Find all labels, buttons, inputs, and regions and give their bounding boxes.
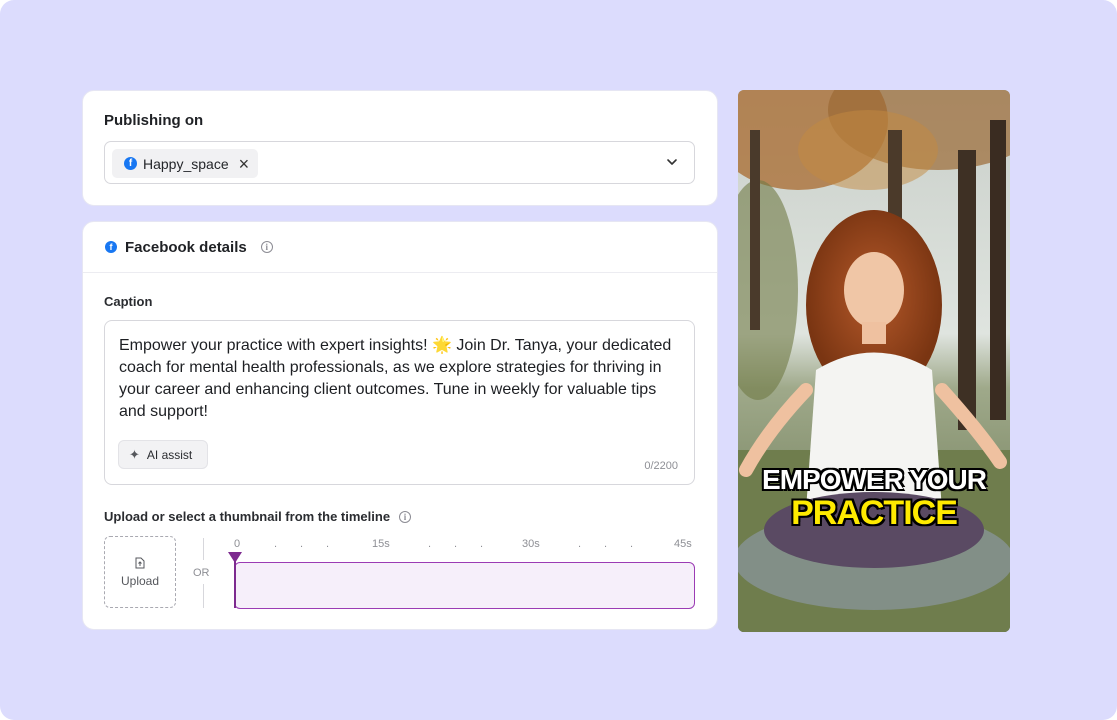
caption-textarea[interactable]: Empower your practice with expert insigh… — [104, 320, 695, 485]
ai-assist-label: AI assist — [146, 447, 193, 462]
publishing-card: Publishing on f Happy_space × — [82, 90, 718, 206]
facebook-icon: f — [105, 241, 117, 253]
tick-label: 30s — [522, 538, 540, 550]
account-select[interactable]: f Happy_space × — [104, 141, 695, 184]
sparkle-icon: ✦ — [129, 446, 140, 462]
remove-account-icon[interactable]: × — [239, 155, 250, 173]
tick-dot: . — [604, 538, 608, 550]
caption-text: Empower your practice with expert insigh… — [119, 337, 672, 420]
tick-label: 45s — [674, 538, 692, 550]
playhead-handle[interactable] — [228, 552, 242, 563]
file-upload-icon — [135, 557, 145, 568]
details-header: f Facebook details i — [83, 222, 717, 273]
tick-dot: . — [326, 538, 330, 550]
tick-label: 15s — [372, 538, 390, 550]
details-title: Facebook details — [125, 238, 247, 256]
timeline-ruler: 0 . . . 15s . . . 30s . . . 45s — [234, 538, 695, 552]
tick-dot: . — [454, 538, 458, 550]
tick-dot: . — [274, 538, 278, 550]
chevron-down-icon[interactable] — [666, 156, 678, 168]
thumbnail-timeline[interactable] — [234, 562, 695, 609]
tick-label: 0 — [234, 538, 241, 550]
character-count: 0/2200 — [644, 460, 678, 472]
tick-dot: . — [428, 538, 432, 550]
account-chip: f Happy_space × — [112, 149, 258, 178]
overlay-text-line2: PRACTICE — [791, 494, 958, 532]
tick-dot: . — [630, 538, 634, 550]
ai-assist-button[interactable]: ✦ AI assist — [118, 440, 208, 469]
divider — [203, 584, 204, 608]
tick-dot: . — [300, 538, 304, 550]
thumbnail-label: Upload or select a thumbnail from the ti… — [104, 509, 412, 524]
publishing-title: Publishing on — [104, 112, 204, 129]
info-icon[interactable]: i — [399, 510, 412, 523]
upload-thumbnail-button[interactable]: Upload — [104, 536, 176, 608]
thumbnail-label-text: Upload or select a thumbnail from the ti… — [104, 509, 391, 524]
account-chip-label: Happy_space — [143, 155, 229, 172]
upload-label: Upload — [120, 573, 160, 588]
or-label: OR — [193, 567, 210, 579]
facebook-icon: f — [124, 157, 137, 170]
info-icon[interactable]: i — [260, 241, 273, 253]
tick-dot: . — [480, 538, 484, 550]
caption-label: Caption — [104, 294, 153, 309]
preview-image — [738, 90, 1010, 632]
app-background: Publishing on f Happy_space × f Facebook… — [0, 0, 1117, 720]
facebook-details-card: f Facebook details i Caption Empower you… — [82, 221, 718, 630]
divider — [203, 538, 204, 560]
video-preview: EMPOWER YOUR PRACTICE — [738, 90, 1010, 632]
overlay-text-line1: EMPOWER YOUR — [762, 464, 987, 495]
tick-dot: . — [578, 538, 582, 550]
